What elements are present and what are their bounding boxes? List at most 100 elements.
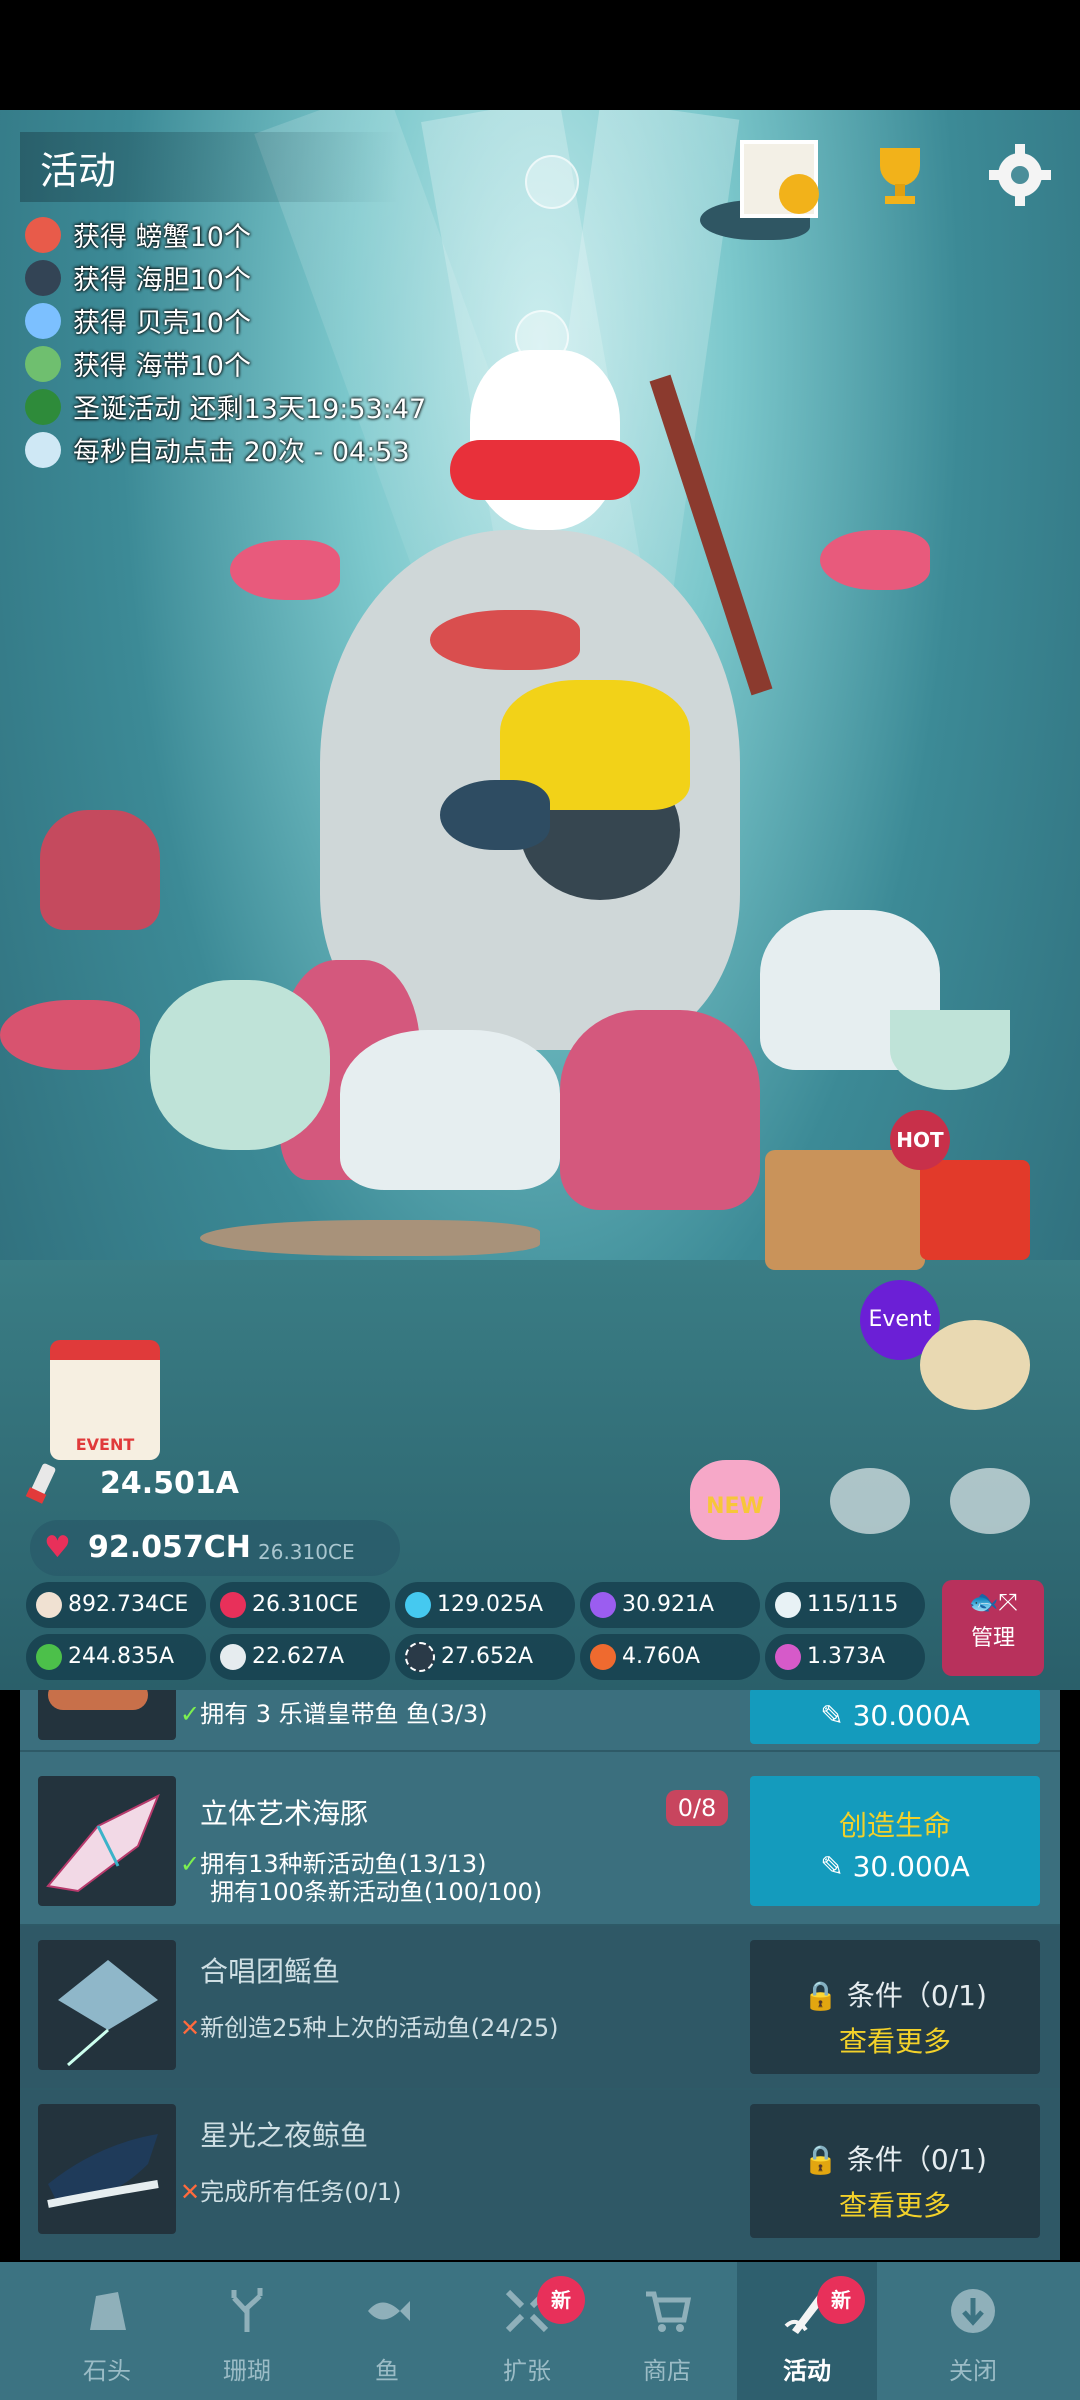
fish-name: 星光之夜鲸鱼 xyxy=(200,2119,369,2152)
shark xyxy=(200,1220,540,1256)
urchin-icon xyxy=(405,1642,435,1672)
nav-label: 活动 xyxy=(783,2357,831,2385)
check-icon: ✓ xyxy=(180,1700,201,1728)
teacup-decoration xyxy=(890,1010,1010,1090)
create-button[interactable]: ✎ 30.000A xyxy=(750,1690,1040,1744)
heart-icon: ♥ xyxy=(44,1530,71,1565)
create-life-button[interactable]: 创造生命 ✎ 30.000A xyxy=(750,1776,1040,1906)
white-coral xyxy=(340,1030,560,1190)
fish-icon xyxy=(368,2301,410,2321)
nav-fish[interactable]: 鱼 xyxy=(317,2262,457,2400)
nav-event[interactable]: 新 活动 xyxy=(737,2262,877,2400)
gear-icon[interactable] xyxy=(985,140,1055,210)
price: 30.000A xyxy=(852,1699,970,1732)
condition-line: ✕新创造25种上次的活动鱼(24/25) xyxy=(180,2008,559,2043)
nav-label: 关闭 xyxy=(949,2357,997,2385)
lock-icon: 🔒 xyxy=(803,2143,838,2176)
paint-tube-icon: ✎ xyxy=(820,1850,844,1883)
gift-box[interactable] xyxy=(920,1160,1030,1260)
kelp-stat: 244.835A xyxy=(26,1634,206,1680)
list-item: 星光之夜鲸鱼 ✕完成所有任务(0/1) 🔒 条件（0/1) 查看更多 xyxy=(20,2090,1060,2260)
pink-fish xyxy=(820,530,930,590)
log-text: 获得 海胆10个 xyxy=(73,265,251,296)
crab-icon xyxy=(25,216,61,253)
urchin-icon xyxy=(25,259,61,296)
pink-coral xyxy=(560,1010,760,1210)
nav-label: 商店 xyxy=(643,2357,691,2385)
event-fish-list[interactable]: ✓拥有 3 乐谱皇带鱼 鱼(3/3) ✎ 30.000A 立体艺术海豚 0/8 … xyxy=(20,1690,1060,2260)
medal-icon xyxy=(779,174,819,214)
nav-close[interactable]: 关闭 xyxy=(903,2262,1043,2400)
cart-icon xyxy=(646,2291,692,2332)
condition-count: 条件（0/1) xyxy=(846,1979,987,2012)
cross-icon: ✕ xyxy=(180,2014,201,2042)
paint-tube-icon: ✎ xyxy=(820,1699,844,1732)
pink-fish xyxy=(0,1000,140,1070)
hand-icon xyxy=(36,1592,62,1618)
crab-stat: 4.760A xyxy=(580,1634,760,1680)
log-text: 圣诞活动 还剩13天19:53:47 xyxy=(73,394,427,425)
price: 30.000A xyxy=(852,1850,970,1883)
new-fish-icon[interactable]: NEW xyxy=(690,1460,780,1540)
trophy-icon[interactable] xyxy=(865,140,935,210)
view-more-label: 查看更多 xyxy=(838,2189,951,2222)
condition-count: 条件（0/1) xyxy=(846,2143,987,2176)
rock-icon xyxy=(90,2292,126,2330)
pearl-stat: 30.921A xyxy=(580,1582,760,1628)
hammer-icon[interactable] xyxy=(950,1468,1030,1534)
heart-total: 92.057CH xyxy=(88,1530,251,1565)
event-calendar-icon[interactable]: EVENT xyxy=(50,1340,160,1460)
fish-count-stat: 115/115 xyxy=(765,1582,925,1628)
palette-icon[interactable] xyxy=(920,1320,1030,1410)
crab-icon xyxy=(590,1644,616,1670)
view-more-button[interactable]: 🔒 条件（0/1) 查看更多 xyxy=(750,1940,1040,2074)
heart-bubble[interactable] xyxy=(525,155,579,209)
progress-badge: 0/8 xyxy=(666,1790,728,1826)
price-line: ✎ 30.000A xyxy=(750,1850,1040,1883)
diamond-stat: 129.025A xyxy=(395,1582,575,1628)
new-badge: 新 xyxy=(537,2276,585,2324)
check-icon: ✓ xyxy=(180,1850,201,1878)
shell-icon xyxy=(220,1644,246,1670)
bunny-ribbon xyxy=(450,440,640,500)
urchin-stat: 27.652A xyxy=(395,1634,575,1680)
diamond-value: 129.025A xyxy=(437,1592,544,1617)
fish-name: 立体艺术海豚 xyxy=(200,1797,369,1830)
nav-shop[interactable]: 商店 xyxy=(597,2262,737,2400)
album-icon[interactable] xyxy=(740,140,819,218)
fish-count-value: 115/115 xyxy=(807,1592,899,1617)
manage-button[interactable]: 🐟⤧ 管理 xyxy=(942,1580,1044,1676)
log-line: 获得 海带10个 xyxy=(25,344,251,383)
kelp-icon xyxy=(25,345,61,382)
condition-text: 新创造25种上次的活动鱼(24/25) xyxy=(200,2014,559,2042)
heart-bubble[interactable] xyxy=(515,310,569,364)
view-more-label: 查看更多 xyxy=(838,2025,951,2058)
fish-thumbnail xyxy=(38,1690,176,1740)
tap-stat: 892.734CE xyxy=(26,1582,206,1628)
nav-rock[interactable]: 石头 xyxy=(37,2262,177,2400)
hot-badge[interactable]: HOT xyxy=(890,1110,950,1170)
list-item: ✓拥有 3 乐谱皇带鱼 鱼(3/3) ✎ 30.000A xyxy=(20,1690,1060,1752)
heart-rate: 26.310CE xyxy=(258,1540,355,1564)
condition-text: 拥有 3 乐谱皇带鱼 鱼(3/3) xyxy=(200,1700,488,1728)
kelp-value: 244.835A xyxy=(68,1644,175,1669)
list-item: 合唱团鳐鱼 ✕新创造25种上次的活动鱼(24/25) 🔒 条件（0/1) 查看更… xyxy=(20,1926,1060,2090)
shell-stat: 22.627A xyxy=(210,1634,390,1680)
close-arrow-icon xyxy=(951,2289,995,2333)
nav-label: 鱼 xyxy=(375,2357,399,2385)
seahorse-icon xyxy=(775,1644,801,1670)
cloud-icon xyxy=(25,431,61,468)
picnic-basket xyxy=(765,1150,925,1270)
nav-coral[interactable]: 珊瑚 xyxy=(177,2262,317,2400)
nav-label: 扩张 xyxy=(503,2357,551,2385)
christmas-tree-icon xyxy=(25,388,61,425)
seahorse-stat: 1.373A xyxy=(765,1634,925,1680)
clownfish-clock-icon[interactable] xyxy=(830,1468,910,1534)
create-life-label: 创造生命 xyxy=(838,1809,951,1842)
log-text: 获得 贝壳10个 xyxy=(73,308,251,339)
condition-text: 完成所有任务(0/1) xyxy=(200,2178,402,2206)
view-more-button[interactable]: 🔒 条件（0/1) 查看更多 xyxy=(750,2104,1040,2238)
nav-expand[interactable]: 新 扩张 xyxy=(457,2262,597,2400)
fish-expand-icon: 🐟⤧ xyxy=(968,1588,1018,1616)
pink-fish xyxy=(230,540,340,600)
